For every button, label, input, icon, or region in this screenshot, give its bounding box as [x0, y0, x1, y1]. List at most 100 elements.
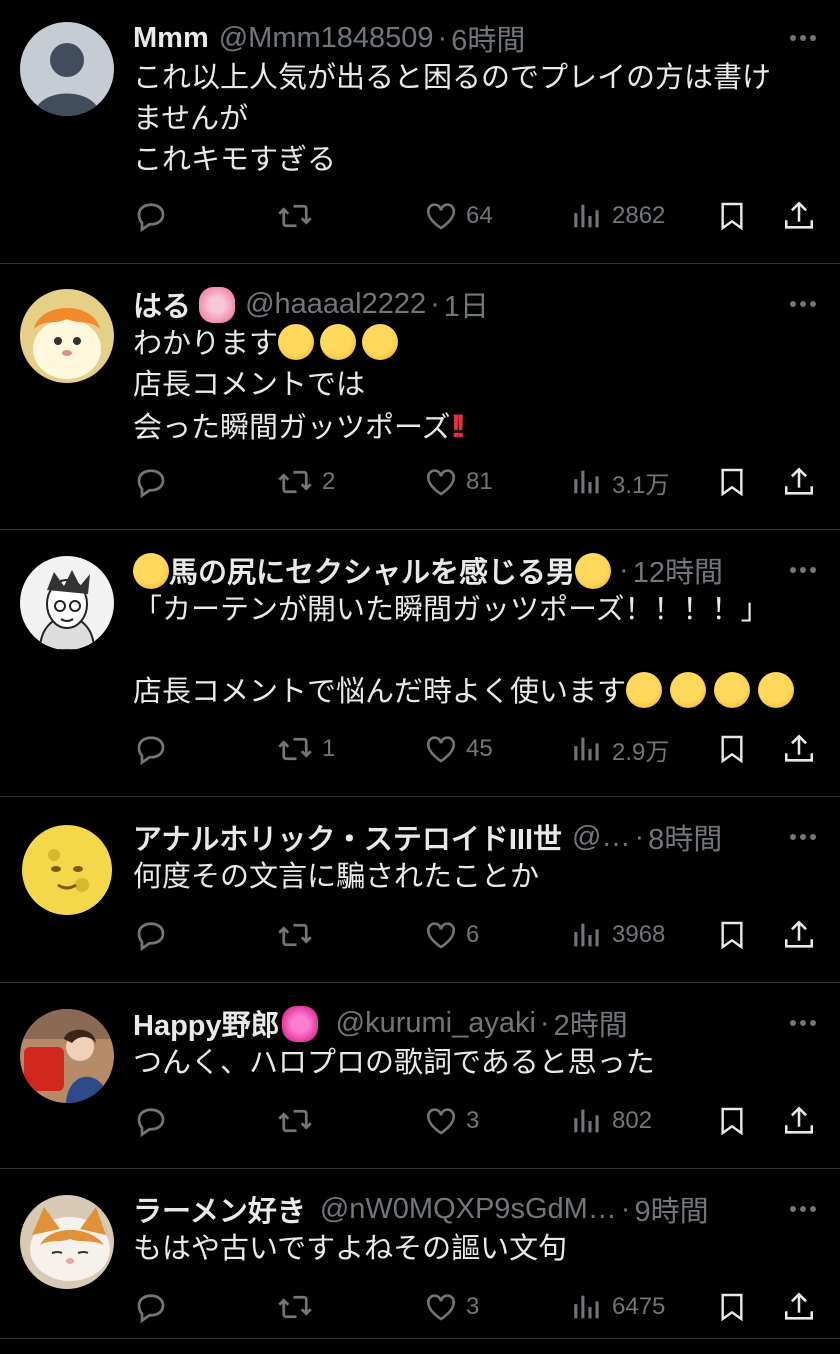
tweet-line: 店長コメントで悩んだ時よく使います — [133, 672, 820, 713]
retweet-button[interactable]: 2 — [276, 462, 335, 502]
more-icon[interactable] — [786, 284, 820, 324]
display-name[interactable]: Happy野郎 — [133, 1002, 318, 1044]
views-count: 802 — [612, 1107, 653, 1134]
retweet-button[interactable] — [276, 196, 322, 236]
like-icon — [426, 1108, 456, 1135]
avatar[interactable] — [20, 1009, 114, 1103]
bookmark-button[interactable] — [716, 196, 748, 236]
more-icon[interactable] — [786, 1003, 820, 1043]
avatar[interactable] — [20, 556, 114, 650]
views-button[interactable]: 6475 — [570, 1287, 665, 1327]
retweet-button[interactable]: 1 — [276, 729, 335, 769]
tweet[interactable]: Happy野郎 @kurumi_ayaki · 2時間 つんく、ハロプロの歌詞で… — [0, 983, 840, 1169]
reply-button[interactable] — [133, 729, 177, 769]
tweet-line-text: わかります — [133, 328, 279, 360]
avatar[interactable] — [20, 823, 114, 917]
timestamp[interactable]: 12時間 — [633, 549, 723, 591]
handle[interactable]: @kurumi_ayaki — [336, 1007, 536, 1040]
like-count: 6 — [466, 921, 480, 948]
tweet[interactable]: Mmm @Mmm1848509 · 6時間 これ以上人気が出ると困るのでプレイの… — [0, 0, 840, 264]
handle[interactable]: @… — [572, 821, 630, 854]
reply-button[interactable] — [133, 1101, 177, 1141]
views-button[interactable]: 802 — [570, 1101, 652, 1141]
handle[interactable]: @haaaal2222 — [245, 288, 426, 321]
avatar[interactable] — [20, 1195, 114, 1289]
views-button[interactable]: 2.9万 — [570, 729, 669, 769]
reply-icon — [137, 203, 165, 233]
tweet[interactable]: はる @haaaal2222 · 1日 わかります 店長コメントでは 会った瞬間ガッ… — [0, 264, 840, 530]
more-icon[interactable] — [786, 817, 820, 857]
share-icon — [784, 920, 814, 948]
tweet-line: これキモすぎる — [133, 144, 337, 176]
handle[interactable]: @nW0MQXP9sGdM… — [320, 1193, 617, 1226]
tweet-line: ませんが — [133, 103, 249, 135]
display-name[interactable]: アナルホリック・ステロイドIII世 — [133, 816, 562, 858]
views-button[interactable]: 2862 — [570, 196, 665, 236]
reply-button[interactable] — [133, 1287, 177, 1327]
bookmark-button[interactable] — [716, 729, 748, 769]
separator: · — [634, 820, 645, 853]
share-icon — [784, 734, 814, 762]
separator: · — [620, 1192, 631, 1225]
retweet-button[interactable] — [276, 1287, 322, 1327]
tweet-text: これ以上人気が出ると困るのでプレイの方は書け ませんが これキモすぎる — [133, 58, 820, 181]
timestamp[interactable]: 2時間 — [554, 1002, 628, 1044]
rofl-emoji-icon — [278, 324, 315, 360]
handle[interactable]: @Mmm1848509 — [219, 22, 434, 55]
tweet-text: つんく、ハロプロの歌詞であると思った — [133, 1043, 820, 1084]
reply-button[interactable] — [133, 915, 177, 955]
avatar[interactable] — [20, 22, 114, 116]
sunglasses-emoji-icon — [575, 553, 612, 589]
like-button[interactable]: 45 — [424, 729, 493, 769]
display-name[interactable]: Mmm — [133, 22, 209, 55]
reply-button[interactable] — [133, 196, 177, 236]
share-button[interactable] — [782, 915, 816, 955]
share-icon — [784, 1292, 814, 1320]
timestamp[interactable]: 6時間 — [451, 17, 525, 59]
cherry-blossom-emoji-icon — [199, 287, 236, 323]
display-name[interactable]: ラーメン好き — [133, 1188, 306, 1230]
avatar[interactable] — [20, 289, 114, 383]
like-icon — [426, 922, 456, 949]
rofl-emoji-icon — [714, 672, 751, 708]
timestamp[interactable]: 9時間 — [634, 1188, 708, 1230]
display-name[interactable]: はる — [133, 283, 236, 325]
reply-button[interactable] — [133, 462, 177, 502]
bookmark-button[interactable] — [716, 462, 748, 502]
more-icon[interactable] — [786, 1189, 820, 1229]
bookmark-button[interactable] — [716, 1287, 748, 1327]
timestamp[interactable]: 8時間 — [648, 816, 722, 858]
bookmark-button[interactable] — [716, 1101, 748, 1141]
bookmark-button[interactable] — [716, 915, 748, 955]
tweet[interactable]: 馬の尻にセクシャルを感じる男 · 12時間 「カーテンが開いた瞬間ガッツポーズ！… — [0, 530, 840, 797]
tweet[interactable]: ラーメン好き @nW0MQXP9sGdM… · 9時間 もはや古いですよねその謳… — [0, 1169, 840, 1339]
retweet-icon — [278, 737, 312, 761]
retweet-button[interactable] — [276, 915, 322, 955]
timestamp[interactable]: 1日 — [444, 283, 489, 325]
share-button[interactable] — [782, 1101, 816, 1141]
like-button[interactable]: 3 — [424, 1287, 479, 1327]
display-name[interactable]: 馬の尻にセクシャルを感じる男 — [133, 549, 612, 591]
tweet-header: ラーメン好き @nW0MQXP9sGdM… · 9時間 — [133, 1189, 820, 1229]
share-button[interactable] — [782, 196, 816, 236]
views-button[interactable]: 3968 — [570, 915, 665, 955]
like-button[interactable]: 64 — [424, 196, 493, 236]
like-button[interactable]: 81 — [424, 462, 493, 502]
share-icon — [784, 201, 814, 229]
share-button[interactable] — [782, 1287, 816, 1327]
like-button[interactable]: 3 — [424, 1101, 479, 1141]
share-button[interactable] — [782, 462, 816, 502]
tweet[interactable]: アナルホリック・ステロイドIII世 @… · 8時間 何度その文言に騙されたこと… — [0, 797, 840, 983]
bookmark-icon — [721, 735, 743, 764]
views-button[interactable]: 3.1万 — [570, 462, 669, 502]
retweet-button[interactable] — [276, 1101, 322, 1141]
share-button[interactable] — [782, 729, 816, 769]
action-bar: 3 6475 — [0, 1287, 840, 1327]
bookmark-icon — [721, 202, 743, 231]
more-icon[interactable] — [786, 18, 820, 58]
views-count: 6475 — [612, 1293, 666, 1320]
like-button[interactable]: 6 — [424, 915, 479, 955]
rofl-emoji-icon — [758, 672, 795, 708]
like-count: 3 — [466, 1107, 480, 1134]
more-icon[interactable] — [786, 550, 820, 590]
